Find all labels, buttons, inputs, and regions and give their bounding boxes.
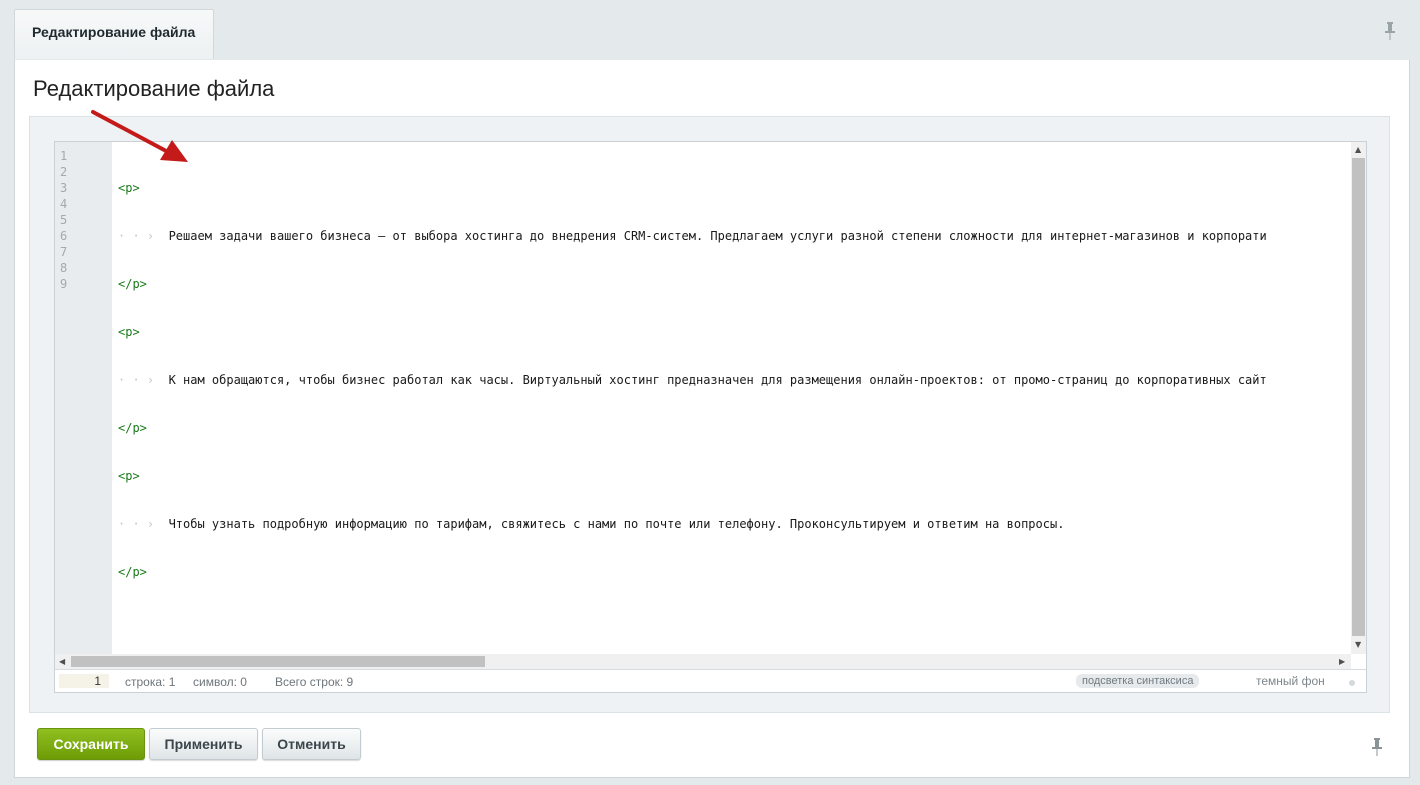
html-tag: </p> (118, 421, 147, 435)
total-lines: Всего строк: 9 (275, 675, 354, 689)
line-number: 1 (60, 149, 68, 163)
code-editor[interactable]: 1 2 3 4 5 6 7 8 9 <p> · · › Решаем задач… (54, 141, 1367, 693)
scroll-left-icon[interactable]: ◀ (59, 657, 65, 666)
scroll-up-icon[interactable]: ▲ (1355, 145, 1361, 154)
line-number: 8 (60, 261, 68, 275)
page-title: Редактирование файла (33, 76, 275, 101)
scroll-right-icon[interactable]: ▶ (1339, 657, 1345, 666)
horizontal-scrollbar[interactable]: ◀ ▶ (55, 654, 1351, 669)
code-line: </p> (118, 276, 1352, 292)
html-tag: <p> (118, 325, 140, 339)
save-button[interactable]: Сохранить (37, 728, 145, 760)
code-line: <p> (118, 180, 1352, 196)
indent-marker: · · › (118, 517, 169, 531)
vertical-scroll-thumb[interactable] (1352, 158, 1365, 636)
cursor-symbol: символ: 0 (193, 675, 247, 689)
line-number: 4 (60, 197, 68, 211)
apply-button[interactable]: Применить (149, 728, 258, 760)
goto-line-input[interactable] (59, 674, 109, 688)
html-tag: </p> (118, 565, 147, 579)
syntax-highlight-toggle[interactable]: подсветка синтаксиса (1076, 674, 1200, 688)
indent-marker: · · › (118, 229, 169, 243)
horizontal-scroll-thumb[interactable] (71, 656, 485, 667)
dark-background-toggle[interactable]: темный фон (1256, 674, 1325, 688)
line-number: 6 (60, 229, 68, 243)
html-tag: <p> (118, 469, 140, 483)
code-line: </p> (118, 564, 1352, 580)
edit-panel: Редактирование файла 1 2 3 4 5 6 7 8 9 <… (14, 60, 1410, 778)
code-line: · · › Чтобы узнать подробную информацию … (118, 516, 1352, 532)
scroll-down-icon[interactable]: ▼ (1355, 640, 1361, 649)
html-tag: <p> (118, 181, 140, 195)
line-number: 7 (60, 245, 68, 259)
code-line: · · › К нам обращаются, чтобы бизнес раб… (118, 372, 1352, 388)
line-text: К нам обращаются, чтобы бизнес работал к… (168, 373, 1267, 387)
code-line: <p> (118, 324, 1352, 340)
pin-icon[interactable] (1371, 738, 1383, 756)
line-number: 3 (60, 181, 68, 195)
editor-wrapper: 1 2 3 4 5 6 7 8 9 <p> · · › Решаем задач… (29, 116, 1390, 713)
cursor-row: строка: 1 (125, 675, 176, 689)
html-tag: </p> (118, 277, 147, 291)
editor-statusbar: строка: 1 символ: 0 Всего строк: 9 подсв… (55, 669, 1366, 692)
indent-marker: · · › (118, 373, 169, 387)
code-line: · · › Решаем задачи вашего бизнеса — от … (118, 228, 1352, 244)
code-line: </p> (118, 420, 1352, 436)
line-text: Чтобы узнать подробную информацию по тар… (168, 517, 1065, 531)
line-number: 2 (60, 165, 68, 179)
tab-strip: Редактирование файла (14, 0, 1410, 62)
line-gutter: 1 2 3 4 5 6 7 8 9 (55, 142, 112, 654)
code-line: <p> (118, 468, 1352, 484)
line-number: 5 (60, 213, 68, 227)
toggle-indicator-icon (1349, 680, 1355, 686)
vertical-scrollbar[interactable]: ▲ ▼ (1351, 142, 1366, 654)
code-area[interactable]: <p> · · › Решаем задачи вашего бизнеса —… (118, 148, 1352, 648)
tab-edit-file[interactable]: Редактирование файла (14, 9, 214, 59)
line-number: 9 (60, 277, 68, 291)
line-text: Решаем задачи вашего бизнеса — от выбора… (168, 229, 1267, 243)
pin-icon[interactable] (1384, 22, 1396, 40)
cancel-button[interactable]: Отменить (262, 728, 361, 760)
